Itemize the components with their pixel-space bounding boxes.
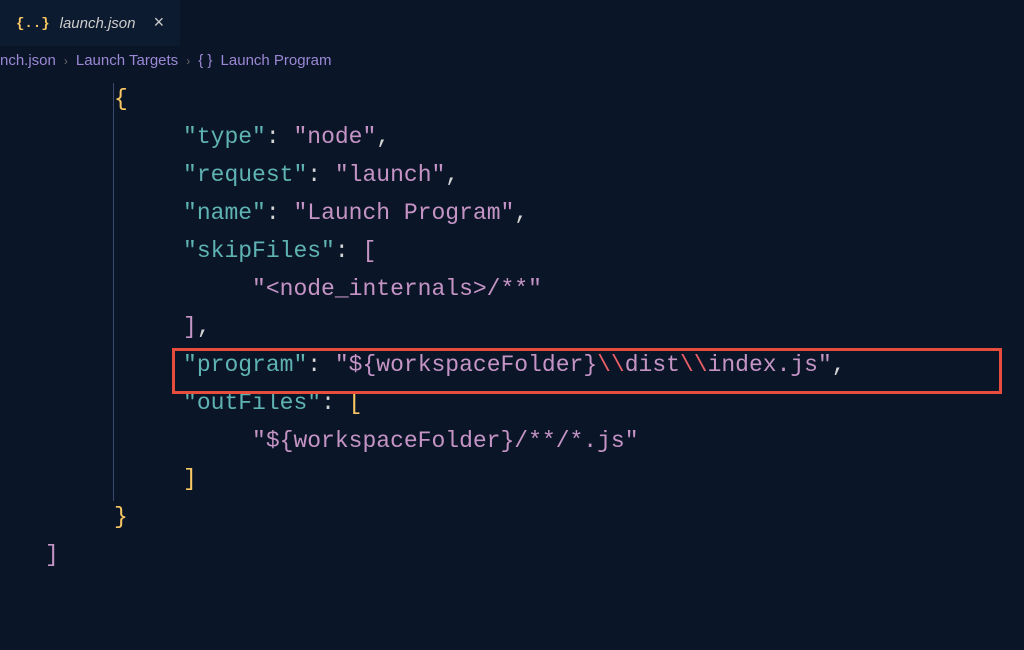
- code-line: ],: [45, 308, 1024, 346]
- code-line-highlighted: "program": "${workspaceFolder}\\dist\\in…: [45, 346, 1024, 384]
- chevron-right-icon: ›: [64, 54, 68, 68]
- code-line: ]: [45, 460, 1024, 498]
- code-line: "outFiles": [: [45, 384, 1024, 422]
- indent-guide: [113, 83, 114, 501]
- breadcrumb-section[interactable]: Launch Targets: [76, 52, 178, 69]
- code-line: "type": "node",: [45, 118, 1024, 156]
- breadcrumb-config[interactable]: Launch Program: [221, 52, 332, 69]
- code-line: }: [45, 498, 1024, 536]
- code-line: "request": "launch",: [45, 156, 1024, 194]
- breadcrumb-file[interactable]: nch.json: [0, 52, 56, 69]
- breadcrumb: nch.json › Launch Targets › { } Launch P…: [0, 46, 1024, 75]
- code-line: "<node_internals>/**": [45, 270, 1024, 308]
- code-line: "${workspaceFolder}/**/*.js": [45, 422, 1024, 460]
- braces-icon: { }: [198, 52, 212, 69]
- json-icon: {..}: [16, 16, 50, 32]
- code-line: "name": "Launch Program",: [45, 194, 1024, 232]
- tab-launch-json[interactable]: {..} launch.json ×: [0, 0, 180, 46]
- code-line: ]: [45, 536, 1024, 574]
- close-icon[interactable]: ×: [154, 14, 165, 34]
- chevron-right-icon: ›: [186, 54, 190, 68]
- tab-label: launch.json: [60, 15, 136, 32]
- code-line: "skipFiles": [: [45, 232, 1024, 270]
- code-line: {: [45, 80, 1024, 118]
- tab-bar: {..} launch.json ×: [0, 0, 1024, 46]
- code-editor[interactable]: { "type": "node", "request": "launch", "…: [0, 75, 1024, 574]
